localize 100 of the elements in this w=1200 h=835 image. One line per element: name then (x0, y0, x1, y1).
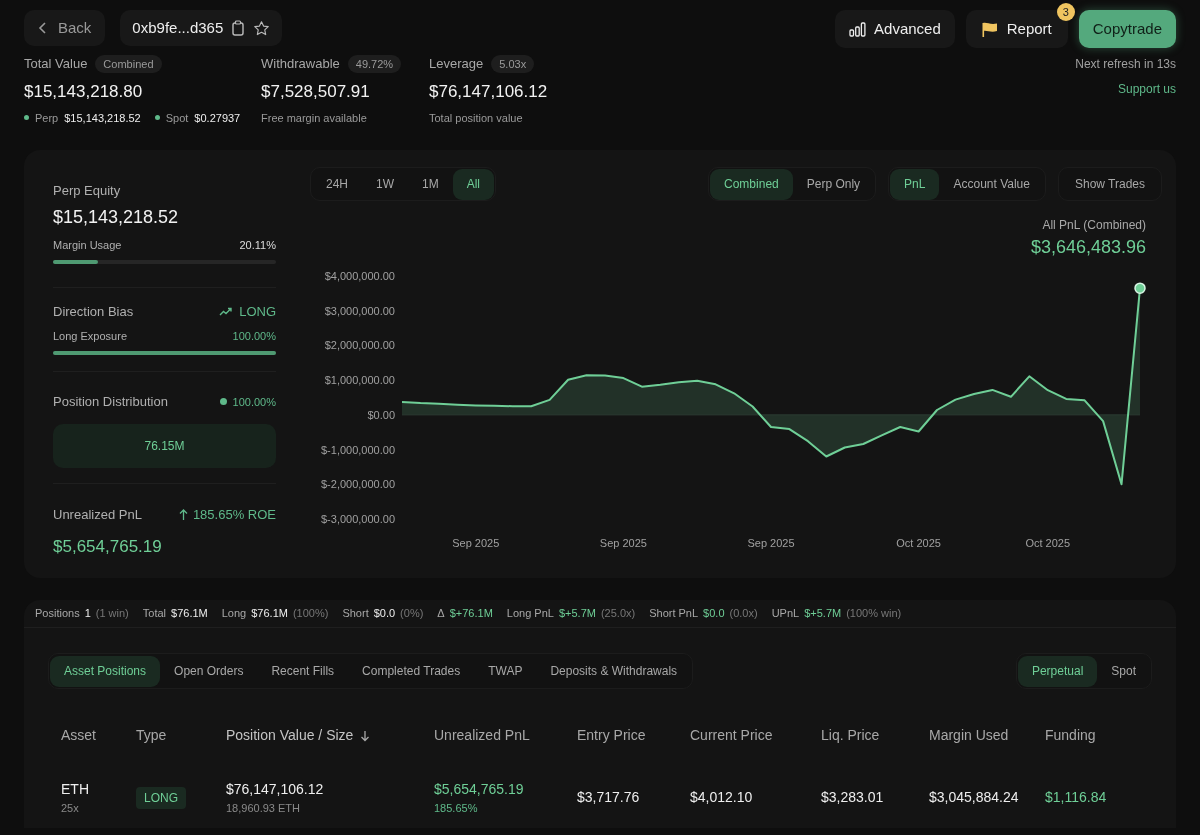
summary-value: $+5.7M (804, 606, 842, 622)
summary-value: $0.0 (703, 606, 725, 622)
summary-note: (100%) (292, 606, 329, 622)
show-trades-button[interactable]: Show Trades (1057, 167, 1162, 201)
meter-reading: 100.00% (232, 328, 276, 344)
stat-note: Total position value (429, 110, 523, 126)
y-axis-label: $2,000,000.00 (324, 339, 395, 352)
advanced-button[interactable]: Advanced (835, 10, 955, 48)
breakdown-label: Perp (35, 110, 59, 126)
tab[interactable]: Account Value (939, 168, 1044, 200)
x-axis-label: Sep 2025 (747, 537, 795, 549)
flag-icon (981, 21, 998, 37)
summary-value: $0.0 (373, 606, 396, 622)
meter-reading: 20.11% (239, 237, 276, 253)
position-size: 18,960.93 ETH (226, 801, 301, 816)
copytrade-button[interactable]: Copytrade (1078, 10, 1176, 48)
y-axis-label: $-3,000,000.00 (321, 513, 395, 525)
clipboard-icon (231, 20, 246, 36)
column-header[interactable]: Unrealized PnL (434, 725, 530, 746)
chevron-left-icon (38, 21, 48, 35)
section-label: Unrealized PnL (53, 505, 142, 524)
tab[interactable]: 1M (408, 168, 453, 200)
star-icon (253, 19, 271, 37)
tab[interactable]: 1W (362, 168, 408, 200)
pnl-cell-text: $5,654,765.19 (434, 780, 525, 799)
distribution-bar: 76.15M (53, 423, 276, 468)
breakdown-value: $15,143,218.52 (64, 110, 141, 126)
stat-label: Leverage (429, 55, 484, 74)
chart-summary-value: $3,646,483.96 (1030, 236, 1146, 259)
equity-value: $15,143,218.52 (53, 205, 180, 229)
meter-label: Long Exposure (53, 328, 127, 344)
tab[interactable]: Completed Trades (348, 655, 475, 687)
summary-note: (1 win) (95, 606, 129, 622)
summary-value: $76.1M (171, 606, 208, 622)
position-type-badge: LONG (136, 786, 186, 809)
table-cell-text: $1,116.84 (1045, 788, 1108, 808)
summary-label: Long (221, 606, 247, 622)
trend-up-icon (219, 306, 234, 317)
column-header[interactable]: Type (136, 725, 167, 746)
summary-value: $+76.1M (449, 606, 493, 622)
x-axis-label: Sep 2025 (452, 537, 500, 549)
bar-chart-icon (849, 21, 867, 37)
stat-label: Withdrawable (261, 55, 340, 74)
y-axis-label: $1,000,000.00 (324, 374, 395, 387)
summary-label: Short PnL (649, 606, 699, 622)
stat-badge: 5.03x (491, 54, 535, 74)
stat-label: Total Value (24, 55, 88, 74)
column-header[interactable]: Liq. Price (821, 725, 880, 746)
summary-label: UPnL (771, 606, 800, 622)
stat-value: $76,147,106.12 (429, 81, 549, 103)
column-header[interactable]: Margin Used (929, 725, 1009, 746)
tab[interactable]: Recent Fills (257, 655, 349, 687)
section-label: Perp Equity (53, 182, 122, 200)
section-label: Position Distribution (53, 393, 168, 411)
leverage-label: 25x (61, 801, 80, 816)
column-header[interactable]: Funding (1045, 725, 1096, 746)
breakdown-label: Spot (165, 110, 189, 126)
stat-note: Free margin available (261, 110, 367, 126)
tab[interactable]: Perp Only (792, 168, 875, 200)
summary-value: $76.1M (251, 606, 288, 622)
column-header[interactable]: Entry Price (577, 725, 646, 746)
stat-badge: 49.72% (347, 54, 402, 74)
notification-badge: 3 (1056, 3, 1075, 21)
summary-note: (100% win) (846, 606, 902, 622)
column-header[interactable]: Asset (61, 725, 96, 746)
tab[interactable]: Perpetual (1017, 655, 1098, 687)
dot-icon (219, 398, 227, 406)
y-axis-label: $0.00 (367, 408, 395, 421)
summary-note: (25.0x) (600, 606, 636, 622)
summary-label: Positions (35, 606, 80, 622)
tab[interactable]: TWAP (474, 655, 537, 687)
support-link[interactable]: Support us (1117, 80, 1176, 98)
roe-value: 185.65% ROE (192, 505, 276, 524)
tab[interactable]: PnL (890, 168, 940, 200)
table-cell-text: $3,717.76 (577, 788, 641, 808)
tab[interactable]: Open Orders (160, 655, 258, 687)
position-value: $76,147,106.12 (226, 780, 325, 799)
tab[interactable]: Asset Positions (50, 655, 161, 687)
y-axis-label: $-2,000,000.00 (321, 478, 395, 491)
tab[interactable]: All (452, 168, 495, 200)
y-axis-label: $4,000,000.00 (324, 270, 395, 282)
y-axis-label: $-1,000,000.00 (321, 443, 395, 456)
column-header[interactable]: Position Value / Size (226, 725, 354, 746)
tab[interactable]: Spot (1097, 655, 1150, 687)
tab[interactable]: Combined (710, 168, 793, 200)
copy-button[interactable] (231, 20, 246, 36)
column-header[interactable]: Current Price (690, 725, 773, 746)
meter-label: Margin Usage (53, 237, 122, 253)
summary-value: 1 (84, 606, 91, 622)
tab[interactable]: Deposits & Withdrawals (536, 655, 692, 687)
summary-note: (0.0x) (729, 606, 758, 622)
back-button[interactable]: Back (24, 10, 106, 46)
stat-value: $15,143,218.80 (24, 81, 144, 103)
stat-value: $7,528,507.91 (261, 81, 371, 103)
chart-summary-label: All PnL (Combined) (1042, 217, 1146, 234)
favorite-button[interactable] (253, 19, 271, 37)
arrow-up-icon (178, 508, 188, 520)
pnl-percent: 185.65% (434, 801, 479, 816)
tab[interactable]: 24H (312, 168, 362, 200)
summary-label: Δ (437, 606, 445, 622)
